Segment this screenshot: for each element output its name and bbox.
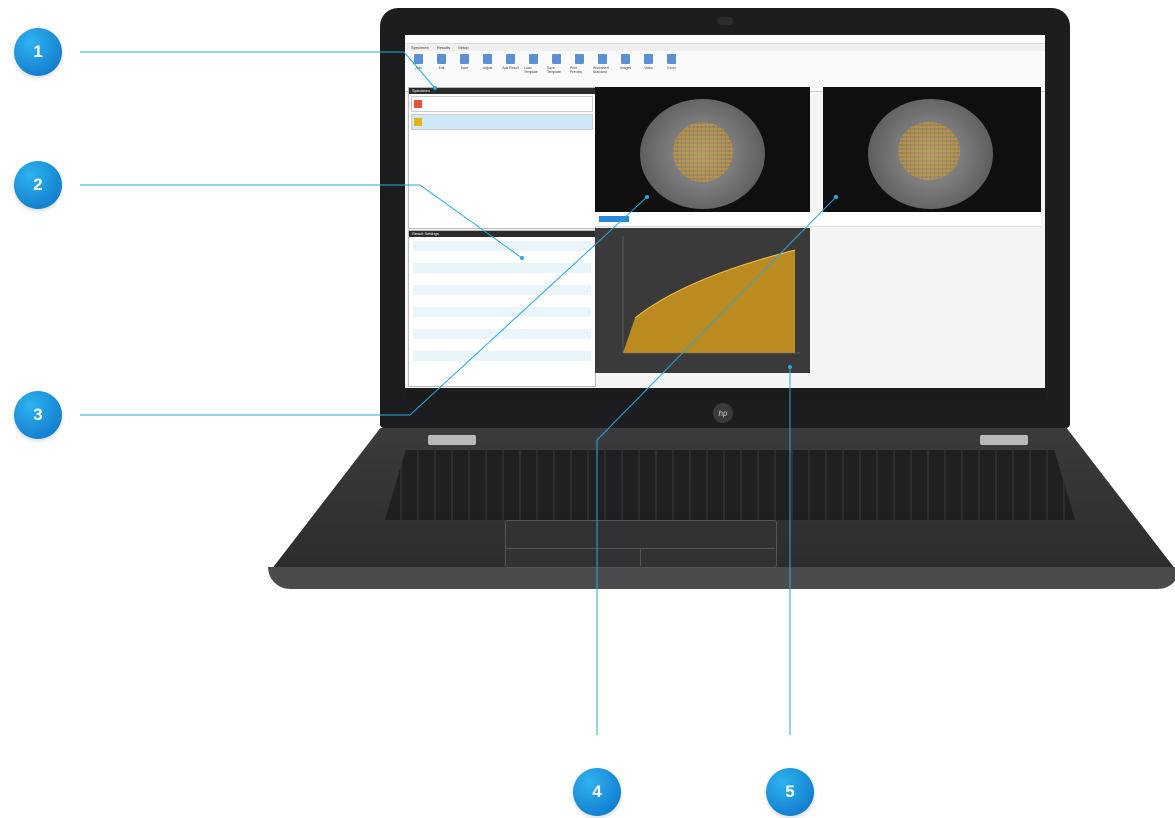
callout-4: 4 [573, 768, 621, 816]
callout-5: 5 [766, 768, 814, 816]
callout-2: 2 [14, 161, 62, 209]
callout-1: 1 [14, 28, 62, 76]
callout-3: 3 [14, 391, 62, 439]
leader-lines [80, 51, 838, 735]
